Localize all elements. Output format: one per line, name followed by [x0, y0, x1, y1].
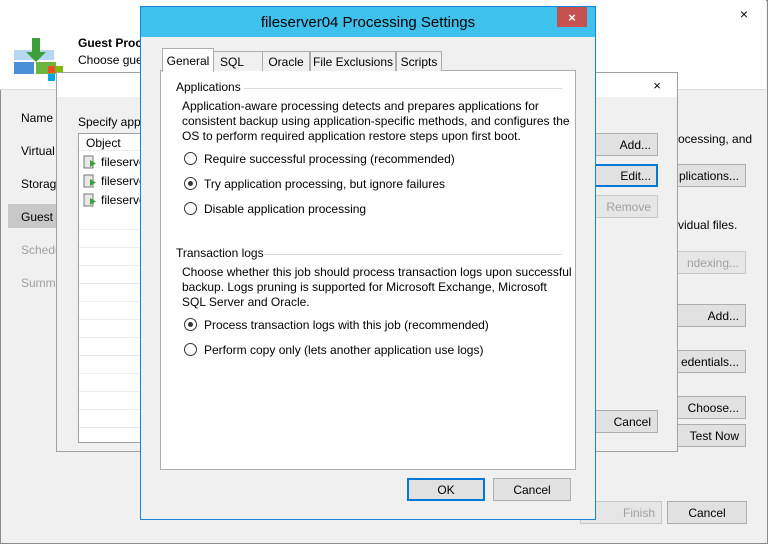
indexing-description-fragment: vidual files. — [678, 218, 738, 232]
wizard-subtitle: Choose gue — [78, 53, 143, 67]
ok-button[interactable]: OK — [407, 478, 485, 501]
applications-group-label: Applications — [176, 80, 241, 94]
transaction-logs-group-label: Transaction logs — [176, 246, 264, 260]
object-column-header[interactable]: Object — [86, 136, 121, 150]
wizard-cancel-button[interactable]: Cancel — [667, 501, 747, 524]
try-application-processing-radio[interactable] — [184, 177, 197, 190]
vm-icon — [83, 193, 96, 207]
wizard-close-button[interactable]: × — [730, 4, 758, 24]
perform-copy-only-label[interactable]: Perform copy only (lets another applicat… — [204, 343, 483, 357]
tab-sql[interactable]: SQL — [213, 51, 263, 71]
tab-oracle[interactable]: Oracle — [262, 51, 310, 71]
transaction-logs-description: Choose whether this job should process t… — [182, 265, 572, 309]
guest-processing-description-fragment: ocessing, and — [678, 132, 753, 146]
vm-icon — [83, 155, 96, 169]
processing-settings-title: fileserver04 Processing Settings — [260, 13, 476, 31]
applications-group-divider — [244, 88, 562, 89]
perform-copy-only-radio[interactable] — [184, 343, 197, 356]
tab-scripts[interactable]: Scripts — [396, 51, 442, 71]
require-successful-processing-radio[interactable] — [184, 152, 197, 165]
disable-application-processing-radio[interactable] — [184, 202, 197, 215]
wizard-title: Guest Proc — [78, 36, 143, 50]
nav-item-virtual-machines[interactable]: Virtual — [21, 144, 55, 158]
processing-settings-cancel-button[interactable]: Cancel — [493, 478, 571, 501]
tab-file-exclusions[interactable]: File Exclusions — [310, 51, 396, 71]
require-successful-processing-label[interactable]: Require successful processing (recommend… — [204, 152, 455, 166]
transaction-logs-group-divider — [264, 254, 562, 255]
applications-description: Application-aware processing detects and… — [182, 99, 570, 143]
process-transaction-logs-label[interactable]: Process transaction logs with this job (… — [204, 318, 489, 332]
nav-item-summary: Summ — [21, 276, 56, 290]
tab-general[interactable]: General — [162, 48, 214, 72]
nav-item-name[interactable]: Name — [21, 111, 53, 125]
disable-application-processing-label[interactable]: Disable application processing — [204, 202, 366, 216]
vm-icon — [83, 174, 96, 188]
application-processing-prompt: Specify appl — [78, 115, 144, 129]
processing-settings-close-button[interactable]: × — [557, 7, 587, 27]
process-transaction-logs-radio[interactable] — [184, 318, 197, 331]
application-processing-close-button[interactable]: × — [645, 76, 669, 94]
try-application-processing-label[interactable]: Try application processing, but ignore f… — [204, 177, 445, 191]
